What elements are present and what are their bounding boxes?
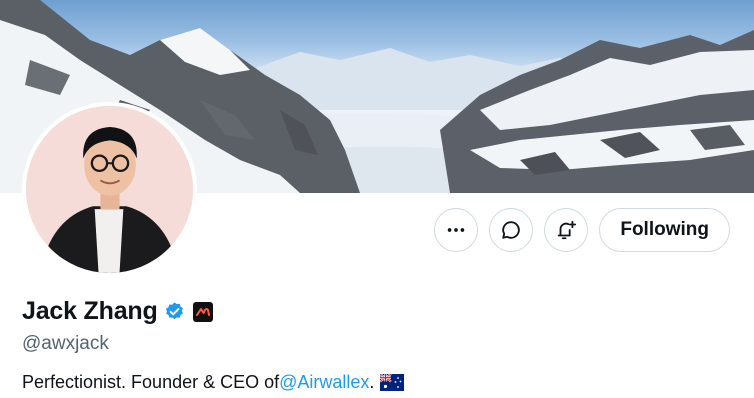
user-handle: @awxjack bbox=[22, 333, 109, 354]
affiliation-badge[interactable] bbox=[192, 301, 213, 322]
bio-suffix: . bbox=[369, 372, 375, 392]
more-button[interactable] bbox=[434, 208, 479, 252]
australia-flag-icon bbox=[380, 374, 405, 391]
avatar-photo bbox=[26, 106, 193, 273]
profile-bio: Perfectionist. Founder & CEO of @Airwall… bbox=[22, 372, 405, 393]
profile-avatar[interactable] bbox=[22, 102, 197, 277]
following-button[interactable]: Following bbox=[599, 208, 730, 252]
verified-badge-icon[interactable] bbox=[164, 301, 185, 322]
profile-actions: Following bbox=[434, 208, 730, 252]
bio-mention-link[interactable]: @Airwallex bbox=[279, 372, 369, 393]
bio-text: Perfectionist. Founder & CEO of bbox=[22, 372, 280, 392]
message-button[interactable] bbox=[489, 208, 534, 252]
more-dots-icon bbox=[448, 228, 465, 232]
display-name: Jack Zhang bbox=[22, 297, 158, 325]
notify-button[interactable] bbox=[544, 208, 589, 252]
name-row: Jack Zhang bbox=[22, 297, 213, 326]
message-bubble-icon bbox=[502, 221, 521, 239]
airwallex-logo-icon bbox=[195, 307, 210, 316]
bell-plus-icon bbox=[558, 220, 577, 240]
